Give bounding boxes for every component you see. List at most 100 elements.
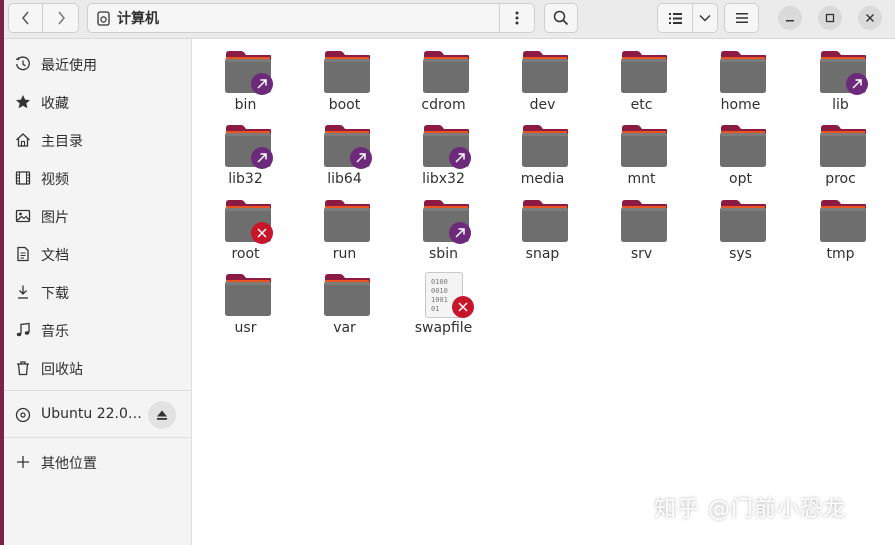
file-item[interactable]: opt: [691, 113, 790, 187]
file-item[interactable]: sbin: [394, 188, 493, 262]
hamburger-icon: [735, 13, 748, 23]
sidebar: 最近使用 收藏 主目录 视频 图片 文档 下载 音乐 回收站 Ubuntu 22…: [4, 39, 192, 545]
sidebar-item-other-locations[interactable]: 其他位置: [4, 444, 191, 480]
sidebar-item-trash[interactable]: 回收站: [4, 350, 191, 386]
file-name: etc: [630, 97, 653, 113]
file-name: opt: [729, 171, 752, 187]
file-item[interactable]: sys: [691, 188, 790, 262]
folder-icon: [225, 274, 271, 316]
sidebar-item-music[interactable]: 音乐: [4, 312, 191, 348]
file-name: srv: [630, 246, 653, 262]
file-item[interactable]: boot: [295, 39, 394, 113]
symlink-arrow-icon: [449, 147, 471, 169]
folder-icon: [720, 200, 766, 242]
minimize-button[interactable]: [778, 6, 802, 30]
sidebar-item-videos[interactable]: 视频: [4, 160, 191, 196]
file-item[interactable]: root: [196, 188, 295, 262]
file-name: home: [720, 97, 761, 113]
minimize-icon: [786, 20, 794, 22]
maximize-button[interactable]: [818, 6, 842, 30]
file-item[interactable]: 0100 0010 1001 01 swapfile: [394, 262, 493, 336]
path-segment-current[interactable]: 计算机: [88, 4, 499, 32]
symlink-arrow-icon: [449, 222, 471, 244]
file-item[interactable]: etc: [592, 39, 691, 113]
file-name: run: [332, 246, 357, 262]
vertical-ellipsis-icon: [515, 11, 519, 25]
sidebar-item-pictures[interactable]: 图片: [4, 198, 191, 234]
watermark: 知乎 @门前小恐龙: [654, 497, 846, 522]
folder-icon: [820, 200, 866, 242]
folder-icon: [423, 51, 469, 93]
sidebar-item-recent[interactable]: 最近使用: [4, 46, 191, 82]
close-button[interactable]: [858, 6, 882, 30]
no-access-icon: [452, 296, 474, 318]
folder-icon: [820, 125, 866, 167]
file-item[interactable]: lib: [791, 39, 890, 113]
image-icon: [15, 208, 31, 224]
file-name: sbin: [429, 246, 458, 262]
file-item[interactable]: proc: [791, 113, 890, 187]
file-name: tmp: [826, 246, 855, 262]
file-item[interactable]: snap: [493, 188, 592, 262]
symlink-arrow-icon: [350, 147, 372, 169]
file-item[interactable]: home: [691, 39, 790, 113]
file-item[interactable]: dev: [493, 39, 592, 113]
folder-icon: [621, 51, 667, 93]
search-button[interactable]: [544, 3, 578, 33]
back-button[interactable]: [8, 3, 43, 33]
main-menu-button[interactable]: [724, 3, 759, 33]
home-icon: [15, 132, 31, 148]
forward-button[interactable]: [42, 3, 79, 33]
file-item[interactable]: usr: [196, 262, 295, 336]
film-icon: [15, 170, 31, 186]
sidebar-item-label: 文档: [41, 248, 69, 264]
location-title: 计算机: [117, 11, 159, 27]
sidebar-item-home[interactable]: 主目录: [4, 122, 191, 158]
symlink-arrow-icon: [251, 147, 273, 169]
file-item[interactable]: libx32: [394, 113, 493, 187]
sidebar-item-label: 主目录: [41, 134, 83, 150]
folder-icon: [324, 51, 370, 93]
sidebar-item-label: 图片: [41, 210, 69, 226]
computer-icon: [97, 10, 110, 26]
file-item[interactable]: lib64: [295, 113, 394, 187]
file-name: media: [520, 171, 565, 187]
file-item[interactable]: bin: [196, 39, 295, 113]
sidebar-item-label: 视频: [41, 172, 69, 188]
sidebar-item-downloads[interactable]: 下载: [4, 274, 191, 310]
path-menu-button[interactable]: [499, 4, 534, 32]
sidebar-item-label: Ubuntu 22.0…: [41, 406, 142, 422]
maximize-icon: [825, 13, 835, 23]
file-item[interactable]: lib32: [196, 113, 295, 187]
folder-icon: [621, 200, 667, 242]
file-name: lib: [832, 97, 849, 113]
file-item[interactable]: media: [493, 113, 592, 187]
view-options-button[interactable]: [692, 3, 718, 33]
folder-icon: [522, 125, 568, 167]
file-item[interactable]: var: [295, 262, 394, 336]
view-toggle-button[interactable]: [657, 3, 693, 33]
music-icon: [15, 322, 31, 338]
file-name: lib32: [228, 171, 263, 187]
file-item[interactable]: srv: [592, 188, 691, 262]
file-name: proc: [825, 171, 856, 187]
search-icon: [553, 10, 569, 26]
folder-icon: [720, 125, 766, 167]
eject-button[interactable]: [148, 401, 176, 429]
no-access-icon: [251, 222, 273, 244]
file-name: mnt: [627, 171, 656, 187]
symlink-arrow-icon: [846, 73, 868, 95]
file-name: cdrom: [421, 97, 466, 113]
chevron-right-icon: [57, 11, 65, 25]
file-item[interactable]: run: [295, 188, 394, 262]
star-icon: [15, 94, 31, 110]
sidebar-item-documents[interactable]: 文档: [4, 236, 191, 272]
folder-icon: [522, 51, 568, 93]
file-item[interactable]: tmp: [791, 188, 890, 262]
sidebar-separator: [4, 390, 191, 391]
file-item[interactable]: cdrom: [394, 39, 493, 113]
file-item[interactable]: mnt: [592, 113, 691, 187]
close-icon: [866, 14, 874, 22]
chevron-down-icon: [699, 15, 711, 22]
sidebar-item-starred[interactable]: 收藏: [4, 84, 191, 120]
